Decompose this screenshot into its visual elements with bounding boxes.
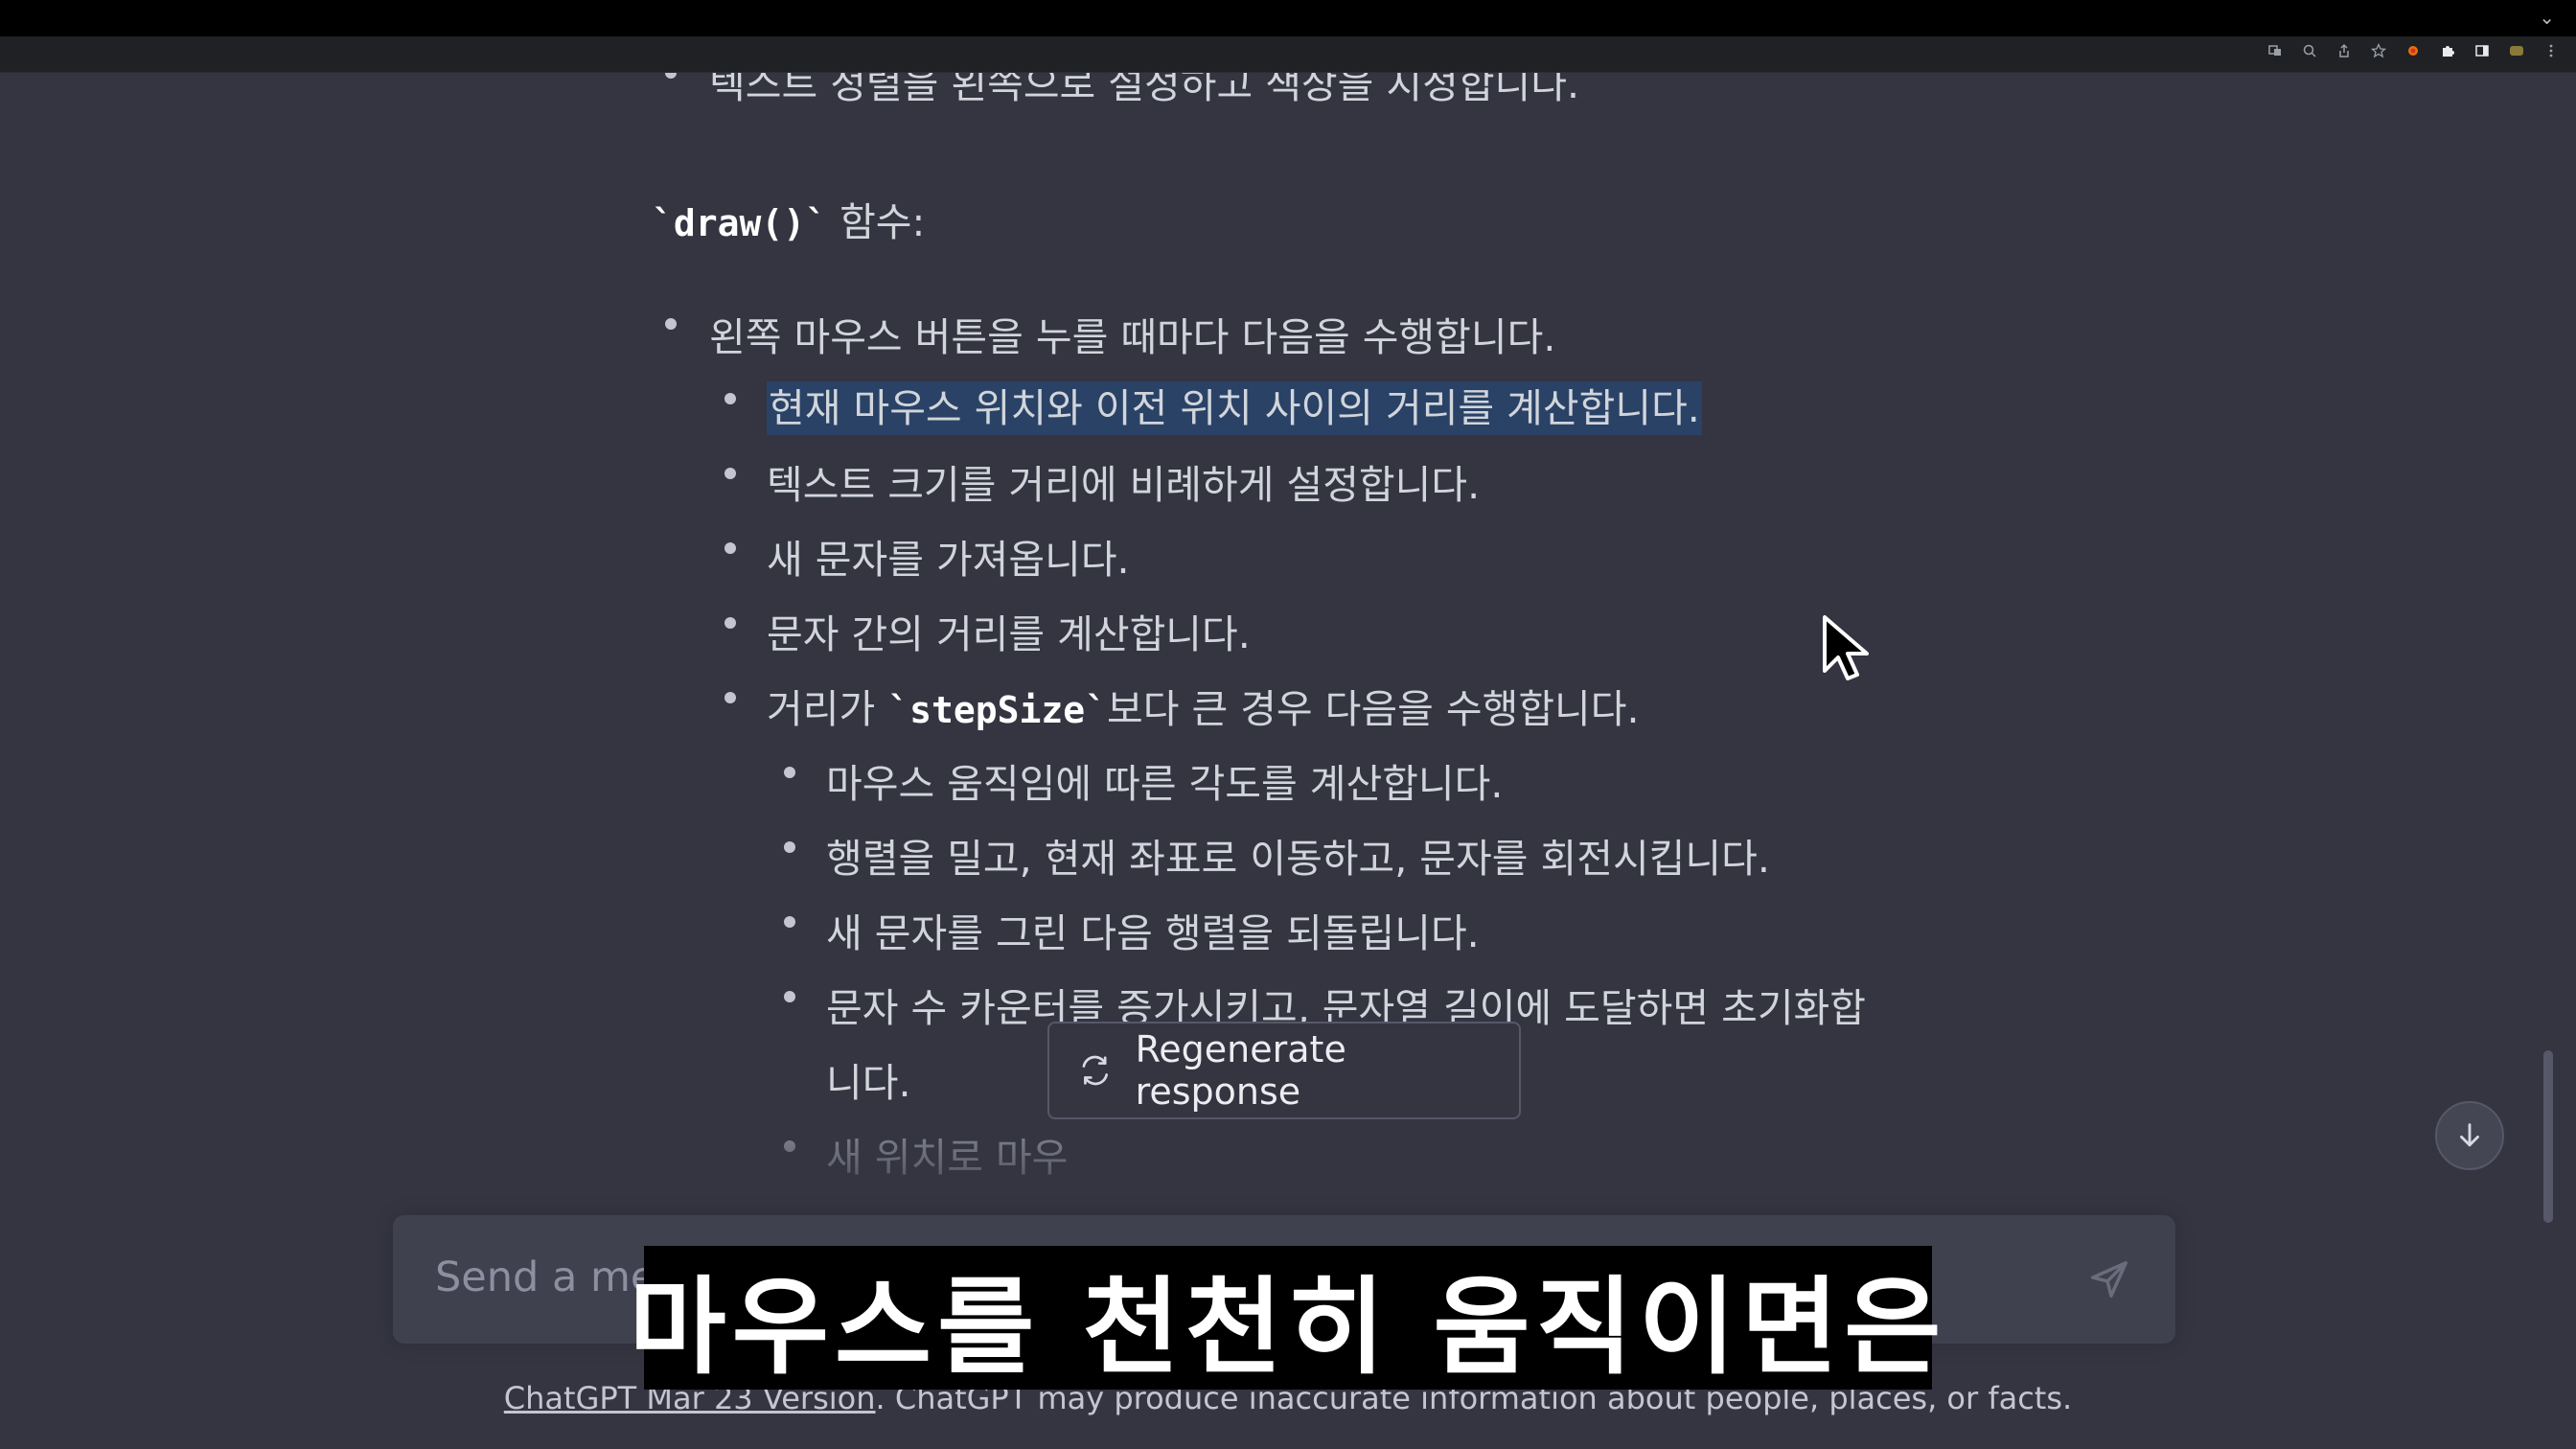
list-item: 행렬을 밀고, 현재 좌표로 이동하고, 문자를 회전시킵니다. [826, 836, 1770, 882]
send-icon[interactable] [2087, 1257, 2131, 1301]
list-item: 텍스트 크기를 거리에 비례하게 설정합니다. [767, 462, 1481, 508]
chevron-down-icon[interactable]: ⌄ [2539, 6, 2555, 29]
list-item: 문자 간의 거리를 계산합니다. [767, 611, 1251, 657]
list-bullet [784, 767, 795, 778]
draw-function-heading: `draw()` 함수: [652, 190, 925, 247]
list-bullet [784, 916, 795, 928]
video-subtitle: 마우스를 천천히 움직이면은 [630, 1246, 1942, 1390]
scrollbar-thumb[interactable] [2543, 1050, 2553, 1223]
list-item: 왼쪽 마우스 버튼을 누를 때마다 다음을 수행합니다. [709, 314, 1556, 360]
share-icon[interactable] [2336, 43, 2352, 58]
extension-record-icon[interactable] [2405, 43, 2421, 58]
step-prefix: 거리가 [767, 686, 888, 732]
star-icon[interactable] [2371, 43, 2386, 58]
profile-avatar-icon[interactable] [2509, 43, 2524, 58]
browser-toolbar [0, 36, 2576, 73]
list-bullet [724, 692, 736, 703]
list-bullet [724, 542, 736, 554]
more-menu-icon[interactable] [2543, 43, 2559, 58]
list-item-selected: 현재 마우스 위치와 이전 위치 사이의 거리를 계산합니다. [767, 376, 1702, 435]
browser-toolbar-icons [2267, 43, 2559, 58]
list-item-continuation: 니다. [826, 1060, 911, 1106]
inline-code: `stepSize` [887, 689, 1107, 731]
heading-suffix: 함수: [827, 199, 926, 245]
list-bullet [784, 841, 795, 853]
inline-code: `draw()` [652, 202, 828, 244]
arrow-down-icon [2460, 1123, 2479, 1147]
side-panel-icon[interactable] [2474, 43, 2490, 58]
zoom-icon[interactable] [2302, 43, 2317, 58]
step-suffix: 보다 큰 경우 다음을 수행합니다. [1106, 686, 1640, 732]
list-bullet [724, 617, 736, 629]
regenerate-label: Regenerate response [1135, 1028, 1346, 1113]
list-bullet [784, 991, 795, 1002]
puzzle-extensions-icon[interactable] [2440, 43, 2455, 58]
regenerate-response-button[interactable]: Regenerate response [1047, 1022, 1521, 1119]
selected-text: 현재 마우스 위치와 이전 위치 사이의 거리를 계산합니다. [767, 381, 1702, 435]
refresh-icon [1082, 1055, 1108, 1086]
scroll-to-bottom-button[interactable] [2435, 1101, 2504, 1170]
list-item: 마우스 움직임에 따른 각도를 계산합니다. [826, 761, 1504, 807]
list-bullet [724, 393, 736, 404]
list-item: 텍스트 정렬을 왼쪽으로 설정하고 색상을 지정합니다. [709, 73, 1580, 107]
list-item: 새 문자를 가져옵니다. [767, 537, 1130, 583]
subtitle-text: 마우스를 천천히 움직이면은 [629, 1266, 1947, 1389]
list-item: 거리가 `stepSize`보다 큰 경우 다음을 수행합니다. [767, 677, 1640, 734]
list-bullet [665, 318, 677, 330]
mouse-cursor-icon [1823, 615, 1869, 680]
macos-top-bar: ⌄ [0, 0, 2576, 36]
list-item: 새 문자를 그린 다음 행렬을 되돌립니다. [826, 910, 1480, 956]
translate-icon[interactable] [2267, 43, 2283, 58]
list-bullet [665, 73, 677, 79]
list-bullet [724, 468, 736, 479]
